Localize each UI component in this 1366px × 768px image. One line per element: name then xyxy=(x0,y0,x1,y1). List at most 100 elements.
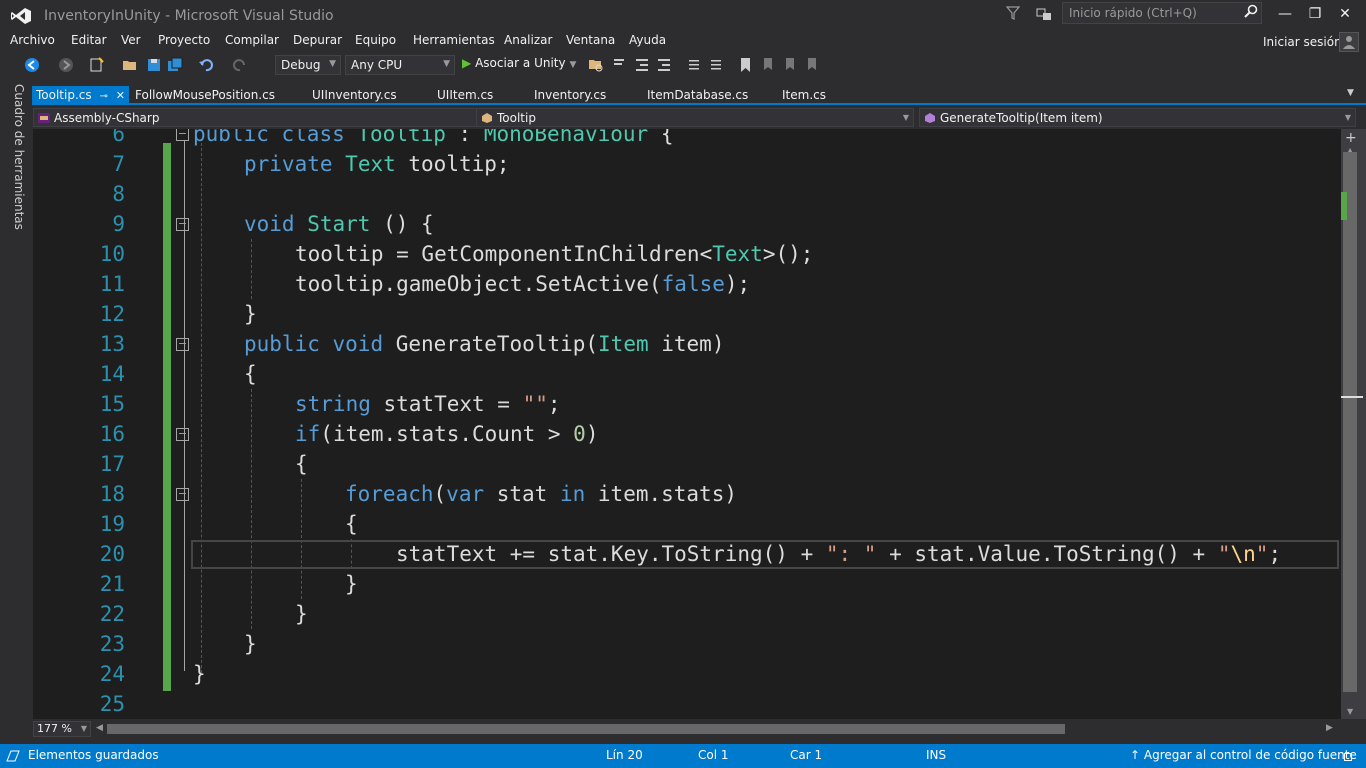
account-avatar[interactable] xyxy=(1339,32,1359,52)
chevron-down-icon: ▼ xyxy=(80,724,87,733)
undo-icon[interactable] xyxy=(198,57,214,73)
back-icon[interactable] xyxy=(24,57,40,73)
collapse-toggle[interactable]: − xyxy=(176,218,189,231)
toolbox-tab[interactable]: Cuadro de herramientas xyxy=(8,84,26,234)
menu-editar[interactable]: Editar xyxy=(71,33,107,47)
forward-icon[interactable] xyxy=(58,57,74,73)
code-line-20: statText += stat.Key.ToString() + ": " +… xyxy=(396,542,1282,566)
horizontal-scroll-thumb[interactable] xyxy=(107,724,1065,734)
redo-icon[interactable] xyxy=(232,57,248,73)
line-number: 6 xyxy=(112,129,125,146)
tab-followmouseposition-cs[interactable]: FollowMousePosition.cs xyxy=(131,86,279,105)
minimize-button[interactable]: — xyxy=(1268,0,1302,28)
status-window-icon xyxy=(6,750,20,762)
collapse-toggle[interactable]: − xyxy=(176,428,189,441)
zoom-dropdown[interactable]: 177 % ▼ xyxy=(33,721,91,737)
line-number: 12 xyxy=(99,302,125,326)
bookmark-icon[interactable] xyxy=(738,57,754,73)
uncomment-lines-icon[interactable] xyxy=(708,57,724,73)
line-number-gutter: 6 7 8 9 10 11 12 13 14 15 16 17 18 19 20… xyxy=(33,129,163,719)
start-debugging-button[interactable]: ▶ Asociar a Unity ▼ xyxy=(462,56,576,70)
split-editor-icon[interactable]: + xyxy=(1345,130,1357,146)
code-line-15: string statText = ""; xyxy=(295,392,561,416)
notifications-filter-icon[interactable] xyxy=(1006,6,1020,20)
new-project-icon[interactable] xyxy=(88,57,104,73)
solution-platform-dropdown[interactable]: Any CPU ▼ xyxy=(345,55,455,75)
maximize-button[interactable]: ❐ xyxy=(1298,0,1332,28)
menu-herramientas[interactable]: Herramientas xyxy=(413,33,495,47)
previous-bookmark-icon[interactable] xyxy=(760,57,776,73)
feedback-icon[interactable] xyxy=(1036,6,1052,22)
code-line-23: } xyxy=(244,632,257,656)
tab-uiitem-cs[interactable]: UIItem.cs xyxy=(433,86,497,105)
menu-proyecto[interactable]: Proyecto xyxy=(158,33,210,47)
source-control-button[interactable]: ↑ Agregar al control de código fuente xyxy=(1130,748,1357,762)
csharp-project-icon xyxy=(38,113,50,123)
tab-tooltip-cs[interactable]: Tooltip.cs ⊸ ✕ xyxy=(32,86,129,105)
window-title: InventoryInUnity - Microsoft Visual Stud… xyxy=(44,8,334,24)
play-icon: ▶ xyxy=(462,56,472,70)
tab-itemdatabase-cs[interactable]: ItemDatabase.cs xyxy=(643,86,752,105)
code-editor[interactable]: 6 7 8 9 10 11 12 13 14 15 16 17 18 19 20… xyxy=(33,129,1341,719)
method-icon xyxy=(925,113,935,123)
tab-inventory-cs[interactable]: Inventory.cs xyxy=(530,86,610,105)
menu-equipo[interactable]: Equipo xyxy=(355,33,396,47)
menu-depurar[interactable]: Depurar xyxy=(293,33,342,47)
class-icon xyxy=(482,113,492,123)
scroll-down-icon[interactable]: ▼ xyxy=(1347,707,1353,716)
line-number: 8 xyxy=(112,182,125,206)
open-folder-icon[interactable] xyxy=(122,57,138,73)
quick-launch-input[interactable]: Inicio rápido (Ctrl+Q) xyxy=(1062,2,1262,24)
tab-list-dropdown-icon[interactable]: ▼ xyxy=(1347,88,1354,98)
next-bookmark-icon[interactable] xyxy=(782,57,798,73)
tab-item-cs[interactable]: Item.cs xyxy=(778,86,830,105)
member-dropdown[interactable]: GenerateTooltip(Item item) ▼ xyxy=(919,108,1356,127)
comment-lines-icon[interactable] xyxy=(686,57,702,73)
vertical-scroll-thumb[interactable] xyxy=(1343,152,1357,692)
line-number: 10 xyxy=(99,242,125,266)
line-number: 22 xyxy=(99,602,125,626)
type-dropdown[interactable]: Tooltip ▼ xyxy=(476,108,914,127)
find-in-files-icon[interactable] xyxy=(588,57,604,73)
clear-bookmarks-icon[interactable] xyxy=(804,57,820,73)
code-line-7: private Text tooltip; xyxy=(244,152,510,176)
sign-in-link[interactable]: Iniciar sesión xyxy=(1263,35,1342,49)
menu-ver[interactable]: Ver xyxy=(121,33,141,47)
close-tab-icon[interactable]: ✕ xyxy=(116,89,125,102)
collapse-toggle[interactable]: − xyxy=(176,129,189,141)
collapse-toggle[interactable]: − xyxy=(176,488,189,501)
indent-guide xyxy=(251,389,252,629)
line-number: 17 xyxy=(99,452,125,476)
code-line-13: public void GenerateTooltip(Item item) xyxy=(244,332,725,356)
menu-ventana[interactable]: Ventana xyxy=(566,33,615,47)
scroll-right-icon[interactable]: ▶ xyxy=(1326,723,1333,733)
chevron-down-icon: ▼ xyxy=(443,59,450,69)
outline-line xyxy=(184,141,185,671)
code-line-18: foreach(var stat in item.stats) xyxy=(345,482,737,506)
scroll-left-icon[interactable]: ◀ xyxy=(96,723,103,733)
arrow-up-icon: ↑ xyxy=(1130,748,1141,762)
save-icon[interactable] xyxy=(146,57,162,73)
indent-guide xyxy=(251,239,252,299)
indent-guide xyxy=(201,143,202,673)
save-all-icon[interactable] xyxy=(167,57,183,73)
menu-archivo[interactable]: Archivo xyxy=(10,33,55,47)
chevron-down-icon: ▼ xyxy=(569,60,577,70)
solution-configuration-dropdown[interactable]: Debug ▼ xyxy=(275,55,341,75)
search-icon[interactable] xyxy=(1244,4,1258,18)
close-window-button[interactable]: ✕ xyxy=(1328,0,1362,28)
status-char: Car 1 xyxy=(790,748,823,762)
bookmark-toggle-icon[interactable] xyxy=(612,57,628,73)
menu-ayuda[interactable]: Ayuda xyxy=(629,33,666,47)
notifications-icon[interactable] xyxy=(1344,753,1352,761)
increase-indent-icon[interactable] xyxy=(656,57,672,73)
tab-uiinventory-cs[interactable]: UIInventory.cs xyxy=(308,86,401,105)
collapse-toggle[interactable]: − xyxy=(176,338,189,351)
pin-icon[interactable]: ⊸ xyxy=(99,91,107,102)
line-number: 24 xyxy=(99,662,125,686)
decrease-indent-icon[interactable] xyxy=(634,57,650,73)
menu-analizar[interactable]: Analizar xyxy=(504,33,552,47)
code-line-10: tooltip = GetComponentInChildren<Text>()… xyxy=(295,242,814,266)
menu-compilar[interactable]: Compilar xyxy=(225,33,279,47)
line-number: 16 xyxy=(99,422,125,446)
